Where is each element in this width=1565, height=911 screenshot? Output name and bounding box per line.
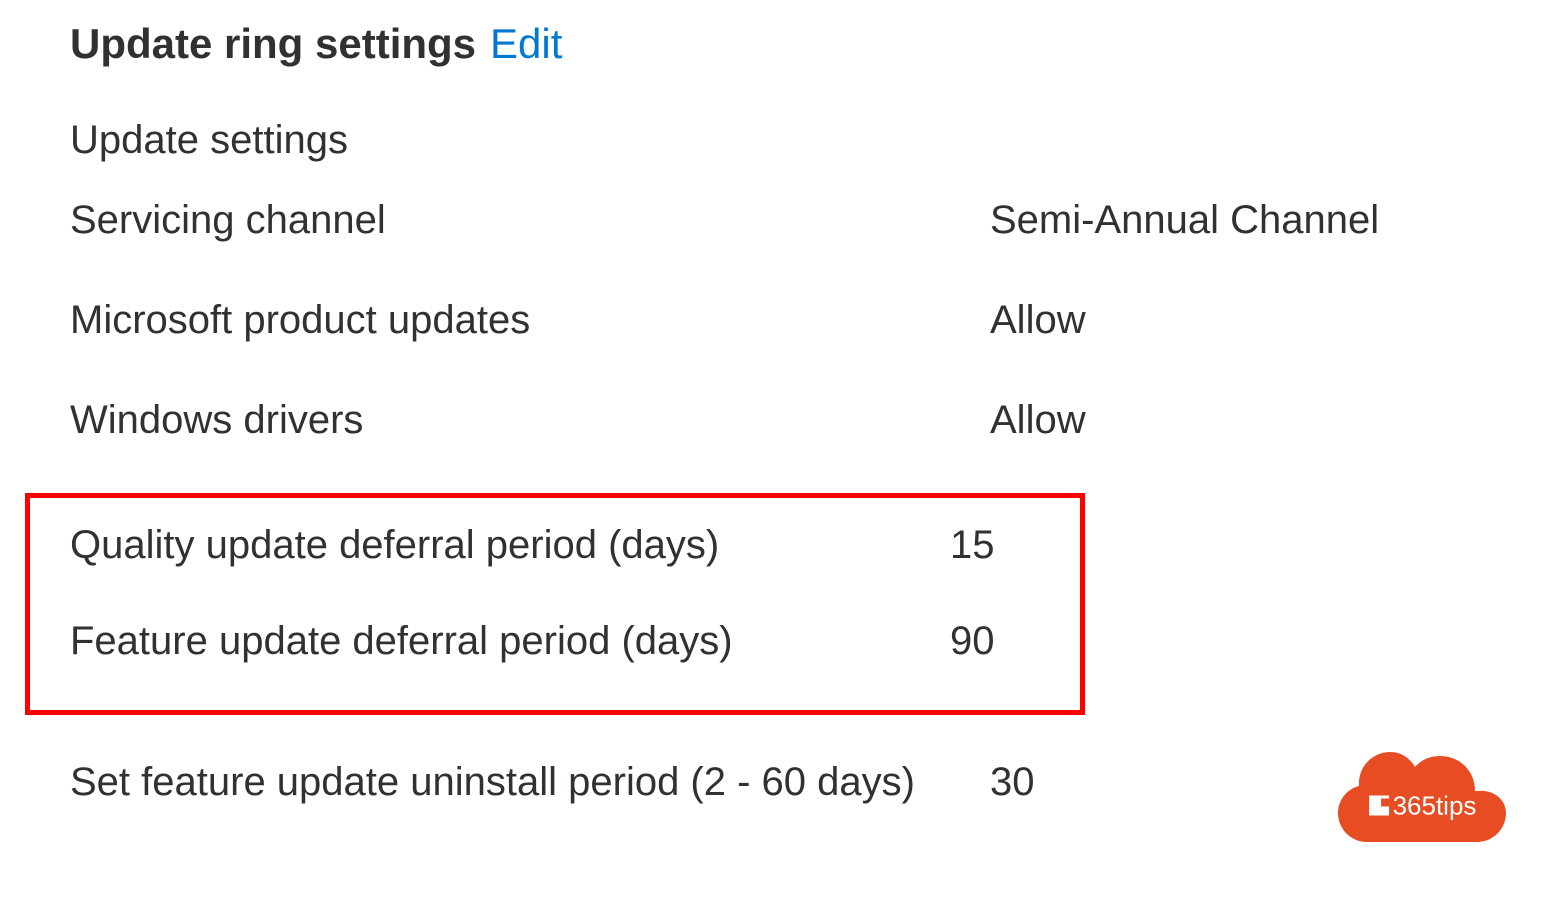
logo-365tips: 365tips [1335,736,1510,856]
setting-row-uninstall-period: Set feature update uninstall period (2 -… [70,755,1495,809]
section-header: Update ring settings Edit [70,20,1495,68]
setting-value: Allow [990,393,1086,447]
logo-text: 365tips [1369,790,1477,821]
setting-row-feature-update-deferral: Feature update deferral period (days) 90 [70,614,1080,668]
setting-value: Allow [990,293,1086,347]
setting-label: Quality update deferral period (days) [70,518,950,572]
setting-label: Servicing channel [70,193,990,247]
setting-value: 90 [950,614,995,668]
office-icon [1369,796,1389,816]
setting-row-servicing-channel: Servicing channel Semi-Annual Channel [70,193,1495,247]
setting-label: Feature update deferral period (days) [70,614,950,668]
setting-value: Semi-Annual Channel [990,193,1379,247]
highlight-box: Quality update deferral period (days) 15… [25,493,1085,715]
setting-row-microsoft-product-updates: Microsoft product updates Allow [70,293,1495,347]
setting-label: Microsoft product updates [70,293,990,347]
setting-row-windows-drivers: Windows drivers Allow [70,393,1495,447]
subsection-title: Update settings [70,118,1495,163]
logo-label: 365tips [1393,790,1477,821]
setting-value: 30 [990,755,1035,809]
setting-label: Set feature update uninstall period (2 -… [70,755,990,809]
setting-value: 15 [950,518,995,572]
section-title: Update ring settings [70,20,476,68]
setting-row-quality-update-deferral: Quality update deferral period (days) 15 [70,518,1080,572]
edit-link[interactable]: Edit [490,20,562,68]
setting-label: Windows drivers [70,393,990,447]
